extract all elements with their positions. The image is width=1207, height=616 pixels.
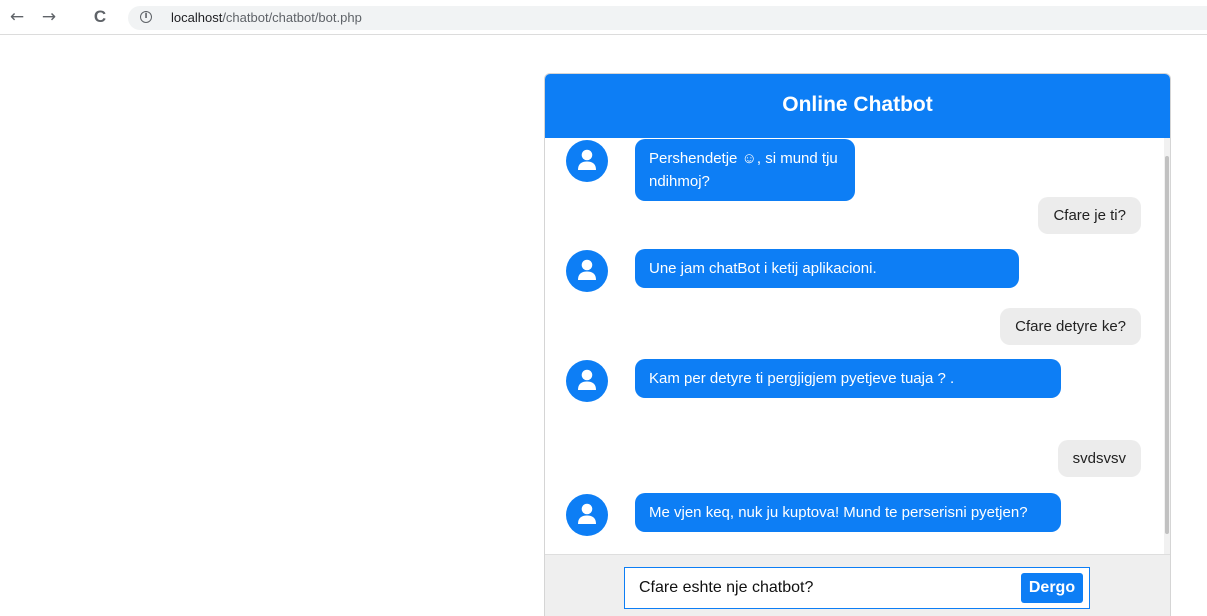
message-input[interactable] xyxy=(639,568,989,608)
message-input-group: Dergo xyxy=(624,567,1090,609)
bot-message: Pershendetje ☺, si mund tju ndihmoj? xyxy=(635,139,855,201)
browser-toolbar: ← → C i localhost/chatbot/chatbot/bot.ph… xyxy=(0,0,1207,35)
scrollbar-thumb[interactable] xyxy=(1165,156,1169,534)
chat-footer: Dergo xyxy=(545,554,1170,616)
user-message: Cfare je ti? xyxy=(1038,197,1141,234)
message-list[interactable]: Pershendetje ☺, si mund tju ndihmoj? Cfa… xyxy=(545,138,1165,554)
bot-avatar-icon xyxy=(566,140,608,182)
url-host: localhost xyxy=(171,10,223,25)
forward-arrow-icon[interactable]: → xyxy=(38,6,60,28)
bot-avatar-icon xyxy=(566,494,608,536)
address-bar[interactable]: i localhost/chatbot/chatbot/bot.php xyxy=(128,6,1207,30)
user-message: svdsvsv xyxy=(1057,440,1141,477)
bot-avatar-icon xyxy=(566,250,608,292)
chat-title: Online Chatbot xyxy=(545,74,1170,138)
message-scrollbar[interactable] xyxy=(1164,138,1170,554)
chat-window: Online Chatbot Pershendetje ☺, si mund t… xyxy=(544,73,1171,616)
back-arrow-icon[interactable]: ← xyxy=(6,6,28,28)
send-button[interactable]: Dergo xyxy=(1021,573,1083,603)
reload-icon[interactable]: C xyxy=(89,6,111,28)
bot-avatar-icon xyxy=(566,360,608,402)
bot-message: Kam per detyre ti pergjigjem pyetjeve tu… xyxy=(635,359,1061,398)
info-icon[interactable]: i xyxy=(140,11,152,23)
bot-message: Me vjen keq, nuk ju kuptova! Mund te per… xyxy=(635,493,1061,532)
url-path: /chatbot/chatbot/bot.php xyxy=(222,10,362,25)
bot-message: Une jam chatBot i ketij aplikacioni. xyxy=(635,249,1019,288)
url-text[interactable]: localhost/chatbot/chatbot/bot.php xyxy=(171,10,362,26)
user-message: Cfare detyre ke? xyxy=(1000,308,1141,345)
